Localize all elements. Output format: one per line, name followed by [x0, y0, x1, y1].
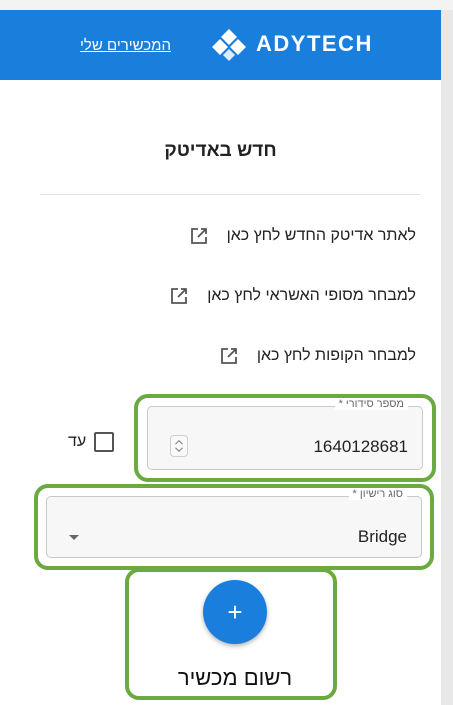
link-label: למבחר מסופי האשראי לחץ כאן [207, 287, 416, 304]
add-device-button[interactable]: + [203, 580, 267, 644]
number-spinner-icon[interactable] [170, 435, 188, 457]
my-devices-link[interactable]: המכשירים שלי [80, 37, 171, 54]
chevron-down-icon[interactable] [69, 535, 79, 540]
license-type-value: Bridge [357, 527, 407, 546]
license-type-label: סוג רישיון * [348, 488, 407, 500]
register-device-label: רשום מכשיר [177, 665, 293, 690]
app-header: ADYTECH המכשירים שלי [0, 10, 441, 80]
external-link-icon [190, 228, 207, 244]
serial-number-value: 1640128681 [313, 437, 408, 456]
serial-number-field[interactable]: מספר סידורי * 1640128681 [147, 398, 423, 470]
link-label: למבחר הקופות לחץ כאן [256, 347, 416, 364]
scrollbar[interactable] [441, 10, 453, 705]
brand-name: ADYTECH [256, 31, 373, 56]
adytech-logo-icon [212, 29, 246, 61]
plus-icon: + [227, 596, 243, 627]
divider [40, 194, 420, 195]
page: ADYTECH המכשירים שלי חדש באדיטק לאתר אדי… [0, 0, 453, 705]
license-type-select[interactable]: סוג רישיון * Bridge [46, 488, 422, 558]
until-checkbox-row[interactable]: עד [68, 432, 115, 452]
news-title: חדש באדיטק [164, 140, 277, 161]
until-checkbox[interactable] [94, 432, 115, 452]
top-strip [0, 0, 453, 10]
link-credit-terminals[interactable]: למבחר מסופי האשראי לחץ כאן [169, 286, 416, 306]
external-link-icon [171, 288, 188, 304]
external-link-icon [220, 348, 237, 364]
brand-logo[interactable]: ADYTECH [212, 24, 373, 64]
link-registers[interactable]: למבחר הקופות לחץ כאן [219, 346, 416, 366]
link-label: לאתר אדיטק החדש לחץ כאן [226, 227, 416, 244]
until-label: עד [68, 433, 87, 450]
serial-number-label: מספר סידורי * [334, 398, 408, 410]
link-new-site[interactable]: לאתר אדיטק החדש לחץ כאן [189, 226, 416, 246]
